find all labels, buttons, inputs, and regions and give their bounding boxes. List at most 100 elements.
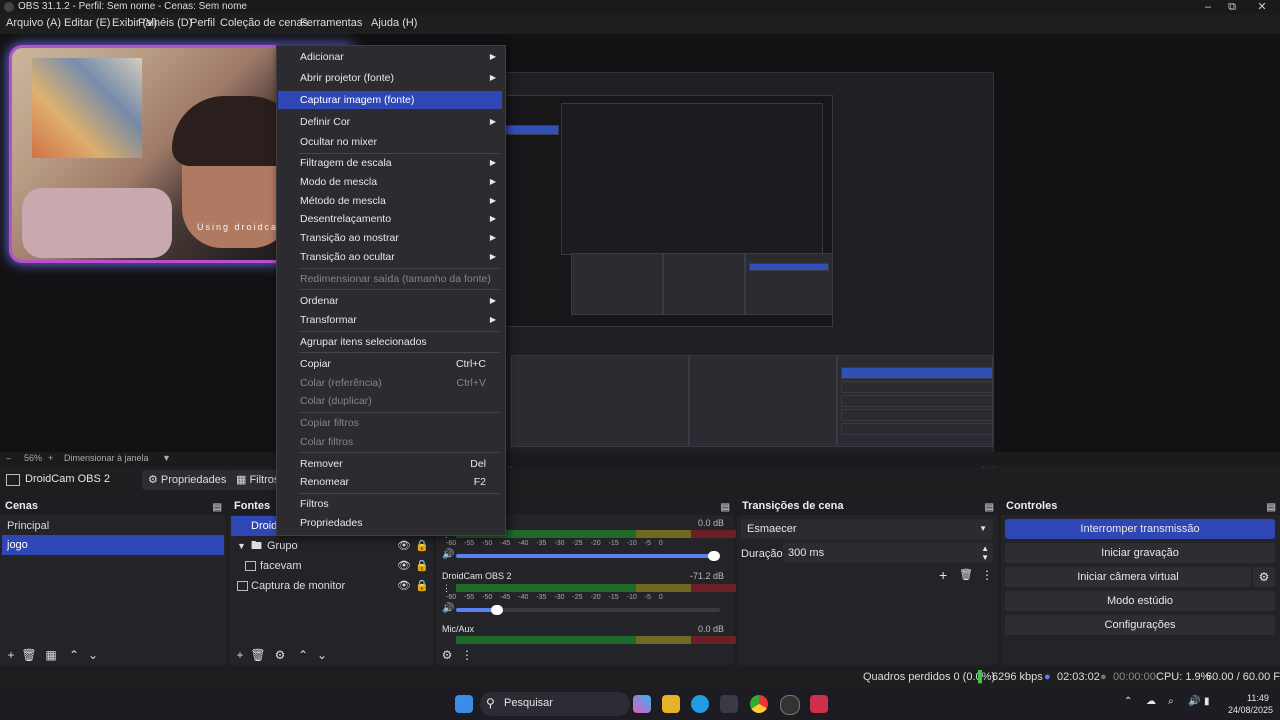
menu-item-rename[interactable]: Renomear F2 [278, 473, 502, 491]
menu-ferramentas[interactable]: Ferramentas [300, 17, 362, 29]
menu-label: Método de mescla [300, 195, 386, 207]
menu-item-group[interactable]: Agrupar itens selecionados [278, 333, 502, 351]
menu-item-filters[interactable]: Filtros [278, 495, 502, 513]
minimize-icon[interactable]: – [1196, 0, 1220, 14]
menu-item-order[interactable]: Ordenar ▶ [278, 292, 502, 310]
menu-ajuda[interactable]: Ajuda (H) [371, 17, 417, 29]
channel-menu-icon[interactable]: ⋮ [442, 583, 451, 594]
move-down-icon[interactable]: ⌄ [85, 647, 101, 663]
wifi-icon[interactable]: ⌕ [1168, 696, 1174, 707]
filter-icon[interactable]: ▦ [43, 647, 59, 663]
lock-icon[interactable]: 🔒 [415, 536, 429, 556]
volume-icon[interactable]: 🔊 [1188, 696, 1200, 707]
menu-item-deinterlace[interactable]: Desentrelaçamento ▶ [278, 210, 502, 228]
menu-item-remove[interactable]: Remover Del [278, 455, 502, 473]
undock-icon[interactable]: ▤ [721, 499, 730, 517]
battery-icon[interactable]: ▮ [1204, 696, 1210, 707]
spin-down-icon[interactable]: ▼ [981, 548, 989, 568]
expand-chevron-icon[interactable]: ▼ [237, 536, 246, 556]
menu-item-blend-mode[interactable]: Modo de mescla ▶ [278, 173, 502, 191]
taskbar-search[interactable]: ⚲ Pesquisar [480, 692, 630, 716]
eye-icon[interactable]: 👁 [397, 576, 411, 596]
menu-item-hide-transition[interactable]: Transição ao ocultar ▶ [278, 248, 502, 266]
zoom-in-icon[interactable]: + [48, 453, 53, 463]
copilot-icon[interactable] [633, 695, 651, 713]
transition-select[interactable]: Esmaecer ▼ [741, 519, 993, 539]
settings-button[interactable]: Configurações [1005, 615, 1275, 635]
windows-start-icon[interactable] [455, 695, 473, 713]
menu-item-hide-mixer[interactable]: Ocultar no mixer [278, 133, 502, 151]
menu-item-copy[interactable]: Copiar Ctrl+C [278, 355, 502, 373]
record-icon: ● [1100, 671, 1107, 683]
menu-editar[interactable]: Editar (E) [64, 17, 110, 29]
lock-icon[interactable]: 🔒 [415, 576, 429, 596]
volume-slider[interactable] [456, 605, 720, 615]
volume-slider[interactable] [456, 551, 720, 561]
cloud-icon[interactable]: ☁ [1146, 696, 1156, 707]
menu-item-scale-filter[interactable]: Filtragem de escala ▶ [278, 154, 502, 172]
edge-icon[interactable] [691, 695, 709, 713]
undock-icon[interactable]: ▤ [213, 499, 222, 517]
app-icon[interactable] [810, 695, 828, 713]
menu-item-transform[interactable]: Transformar ▶ [278, 311, 502, 329]
resize-to-window[interactable]: Dimensionar à janela [64, 453, 149, 463]
trash-icon[interactable]: 🗑 [21, 647, 37, 663]
clock-time[interactable]: 11:49 [1247, 693, 1269, 703]
menu-item-blend-method[interactable]: Método de mescla ▶ [278, 192, 502, 210]
add-icon[interactable]: + [939, 567, 947, 583]
preview-canvas[interactable]: Using droidcam.app [0, 34, 1280, 482]
store-icon[interactable] [720, 695, 738, 713]
advanced-audio-icon[interactable]: ⚙ [439, 647, 455, 663]
studio-mode-button[interactable]: Modo estúdio [1005, 591, 1275, 611]
menu-item-screenshot-source[interactable]: Capturar imagem (fonte) [278, 91, 502, 109]
start-recording-button[interactable]: Iniciar gravação [1005, 543, 1275, 563]
source-item[interactable]: facevam 👁 🔒 [231, 556, 431, 576]
zoom-out-icon[interactable]: – [6, 453, 11, 463]
source-item[interactable]: Captura de monitor 👁 🔒 [231, 576, 431, 596]
close-icon[interactable]: ✕ [1250, 0, 1274, 14]
move-down-icon[interactable]: ⌄ [314, 647, 330, 663]
menu-item-open-projector[interactable]: Abrir projetor (fonte) ▶ [278, 69, 502, 87]
gear-icon[interactable]: ⚙ [1253, 567, 1275, 587]
chrome-icon[interactable] [750, 695, 768, 713]
clock-date[interactable]: 24/08/2025 [1228, 705, 1273, 715]
menu-item-properties[interactable]: Propriedades [278, 514, 502, 532]
source-item[interactable]: ▼ 🖿 Grupo 👁 🔒 [231, 536, 431, 556]
trash-icon[interactable]: 🗑 [250, 647, 266, 663]
eye-icon[interactable]: 👁 [397, 556, 411, 576]
transition-menu-icon[interactable]: ⋮ [981, 568, 993, 582]
chevron-down-icon[interactable]: ▼ [162, 453, 171, 463]
eye-icon[interactable]: 👁 [397, 536, 411, 556]
chevron-up-icon[interactable]: ⌃ [1124, 696, 1132, 707]
speaker-icon[interactable]: 🔊 [442, 603, 454, 614]
add-icon[interactable]: + [232, 647, 248, 663]
start-virtual-camera-button[interactable]: Iniciar câmera virtual [1005, 567, 1251, 587]
menu-colecao-cenas[interactable]: Coleção de cenas [220, 17, 308, 29]
duration-spinbox[interactable]: 300 ms ▲ ▼ [783, 543, 993, 563]
scene-item[interactable]: Principal [2, 516, 224, 536]
undock-icon[interactable]: ▤ [985, 499, 994, 517]
menu-paineis[interactable]: Painéis (D) [138, 17, 192, 29]
stop-streaming-button[interactable]: Interromper transmissão [1005, 519, 1275, 539]
undock-icon[interactable]: ▤ [1267, 499, 1276, 517]
move-up-icon[interactable]: ⌃ [295, 647, 311, 663]
menu-item-set-color[interactable]: Definir Cor ▶ [278, 113, 502, 131]
properties-button[interactable]: ⚙ Propriedades [142, 470, 233, 490]
scene-item[interactable]: jogo [2, 535, 224, 555]
add-icon[interactable]: + [3, 647, 19, 663]
move-up-icon[interactable]: ⌃ [66, 647, 82, 663]
mixer-menu-icon[interactable]: ⋮ [459, 647, 475, 663]
scenes-title: Cenas [5, 500, 39, 512]
maximize-icon[interactable]: ⧉ [1220, 0, 1244, 14]
menu-arquivo[interactable]: Arquivo (A) [6, 17, 61, 29]
menu-perfil[interactable]: Perfil [190, 17, 215, 29]
menu-item-add[interactable]: Adicionar ▶ [278, 48, 502, 66]
menu-item-show-transition[interactable]: Transição ao mostrar ▶ [278, 229, 502, 247]
lock-icon[interactable]: 🔒 [415, 556, 429, 576]
obs-icon[interactable] [780, 695, 800, 715]
trash-icon[interactable]: 🗑 [959, 568, 973, 581]
speaker-icon[interactable]: 🔊 [442, 549, 454, 560]
gear-icon[interactable]: ⚙ [272, 647, 288, 663]
wall-painting [32, 58, 142, 158]
file-explorer-icon[interactable] [662, 695, 680, 713]
